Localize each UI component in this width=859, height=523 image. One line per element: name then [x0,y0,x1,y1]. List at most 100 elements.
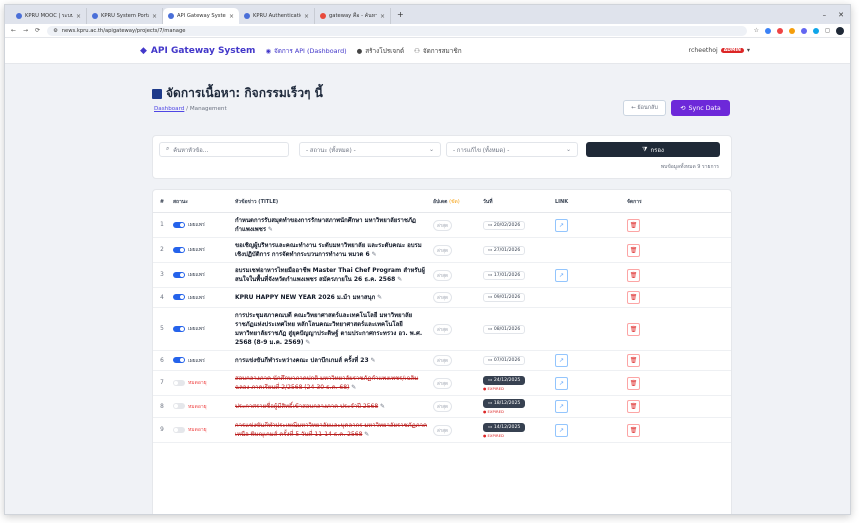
sync-data-button[interactable]: ⟲ Sync Data [671,100,730,116]
reload-icon[interactable]: ⟳ [35,27,40,34]
status-cell: เผยแพร่ [171,262,233,288]
brand[interactable]: ◆ API Gateway System [140,46,255,56]
trash-icon[interactable]: 🗑 [627,376,640,390]
row-number: 3 [153,262,171,288]
trash-icon[interactable]: 🗑 [627,322,640,336]
gauge-icon: ◉ [265,46,272,55]
close-window-button[interactable]: ✕ [838,11,844,19]
row-number: 7 [153,370,171,396]
external-link-icon[interactable]: ↗ [555,354,568,367]
edit-pencil-icon[interactable]: ✎ [372,251,377,258]
bookmark-star-icon[interactable]: ☆ [754,27,759,34]
forward-arrow-icon[interactable]: → [23,27,28,34]
trash-icon[interactable]: 🗑 [627,268,640,282]
extensions-area: ☆ ◻ [754,26,844,35]
search-placeholder: ค้นหาหัวข้อ... [173,147,209,154]
external-link-icon[interactable]: ↗ [555,376,568,390]
actions-cell: 🗑 [625,287,731,308]
edit-pencil-icon[interactable]: ✎ [268,226,273,233]
status-toggle[interactable] [173,221,185,228]
trash-icon[interactable]: 🗑 [627,291,640,304]
status-toggle[interactable] [173,246,185,253]
status-toggle[interactable] [173,357,185,363]
back-arrow-icon[interactable]: ← [11,27,16,34]
trash-icon[interactable]: 🗑 [627,423,640,437]
nav-item-dashboard[interactable]: ◉ จัดการ API (Dashboard) [265,46,346,56]
browser-tab[interactable]: API Gateway System × [163,8,239,24]
updated-chip: ล่าสุด [433,219,452,231]
tab-close-icon[interactable]: × [304,13,309,20]
date-text: 08/01/2026 [493,326,521,332]
edit-pencil-icon[interactable]: ✎ [351,384,356,391]
tab-title: KPRU MOOC | ระบบจัดการเรียนการ [25,13,73,19]
extension-icon[interactable] [765,27,772,34]
breadcrumb-current: Management [189,106,227,112]
tab-close-icon[interactable]: × [76,13,81,20]
browser-tab[interactable]: KPRU Authentication× [239,8,315,24]
site-info-icon[interactable]: ⚙ [53,28,58,34]
user-menu[interactable]: rcheethoj ADMIN ▾ [689,47,750,54]
search-input[interactable]: ⌕ ค้นหาหัวข้อ... [159,142,289,157]
puzzle-icon[interactable]: ◻ [825,27,830,34]
link-cell: ↗ [553,350,625,371]
trash-icon[interactable]: 🗑 [627,243,640,257]
minimize-button[interactable]: – [823,11,827,19]
filter-button[interactable]: ⧩ กรอง [586,142,720,157]
brand-logo-icon: ◆ [140,45,147,56]
edit-pencil-icon[interactable]: ✎ [305,339,310,346]
trash-icon[interactable]: 🗑 [627,400,640,413]
news-title: สอบกลางภาค นักศึกษาภาคปกติ มหาวิทยาลัยรา… [235,375,419,391]
trash-icon[interactable]: 🗑 [627,354,640,367]
edit-select[interactable]: - การแก้ไข (ทั้งหมด) - ⌄ [446,142,578,157]
plus-circle-icon: ● [356,46,363,55]
tab-close-icon[interactable]: × [380,13,385,20]
back-button[interactable]: ← ย้อนกลับ [623,100,666,116]
new-tab-button[interactable]: + [391,10,410,19]
external-link-icon[interactable]: ↗ [555,218,568,232]
external-link-icon[interactable]: ↗ [555,268,568,282]
tab-title: API Gateway System [177,13,226,19]
browser-tab[interactable]: KPRU MOOC | ระบบจัดการเรียนการ× [11,8,87,24]
date-cell: ▭ 17/01/2026 [481,262,553,288]
title-cell: การแข่งขันกีฬาประเพณีมหาวิทยาลัยและบุคลา… [233,417,431,443]
status-select[interactable]: - สถานะ (ทั้งหมด) - ⌄ [299,142,441,157]
edit-pencil-icon[interactable]: ✎ [397,276,402,283]
browser-tab[interactable]: gateway คือ - ค้นหาใน Google× [315,8,391,24]
status-cell: หมดอายุ [171,370,233,396]
edit-pencil-icon[interactable]: ✎ [370,357,375,364]
status-toggle[interactable] [173,403,185,409]
status-cell: เผยแพร่ [171,212,233,238]
status-label: เผยแพร่ [188,272,205,278]
edit-pencil-icon[interactable]: ✎ [364,431,369,438]
table-row: 7 หมดอายุ สอบกลางภาค นักศึกษาภาคปกติ มหาวิ… [153,370,731,396]
expired-text: EXPIRED [487,385,504,391]
extension-icon[interactable] [801,27,808,34]
edit-pencil-icon[interactable]: ✎ [377,294,382,301]
actions-cell: 🗑 [625,212,731,238]
nav-item-members[interactable]: ⚇ จัดการสมาชิก [414,46,461,56]
status-toggle[interactable] [173,271,185,278]
url-field[interactable]: ⚙ news.kpru.ac.th/apigateway/projects/7/… [47,25,747,36]
external-link-icon[interactable]: ↗ [555,400,568,413]
nav-label: สร้างโปรเจกต์ [365,46,405,55]
extension-icon[interactable] [777,27,784,34]
external-link-icon[interactable]: ↗ [555,423,568,437]
nav-item-create-project[interactable]: ● สร้างโปรเจกต์ [357,46,405,56]
status-toggle[interactable] [173,325,185,332]
status-toggle[interactable] [173,379,185,386]
updated-chip: ล่าสุด [433,269,452,281]
status-toggle[interactable] [173,294,185,300]
extension-icon[interactable] [789,27,796,34]
browser-tab[interactable]: KPRU System Portal Gallery× [87,8,163,24]
status-toggle[interactable] [173,426,185,433]
trash-icon[interactable]: 🗑 [627,218,640,232]
tab-close-icon[interactable]: × [152,13,157,20]
tab-close-icon[interactable]: × [229,13,234,20]
profile-avatar[interactable] [836,26,844,35]
extension-icon[interactable] [813,27,820,34]
edit-pencil-icon[interactable]: ✎ [380,403,385,410]
updated-chip: ล่าสุด [433,377,452,389]
date-text: 14/12/2025 [493,424,521,430]
actions-cell: 🗑 [625,307,731,351]
breadcrumb-dashboard-link[interactable]: Dashboard [154,106,184,112]
